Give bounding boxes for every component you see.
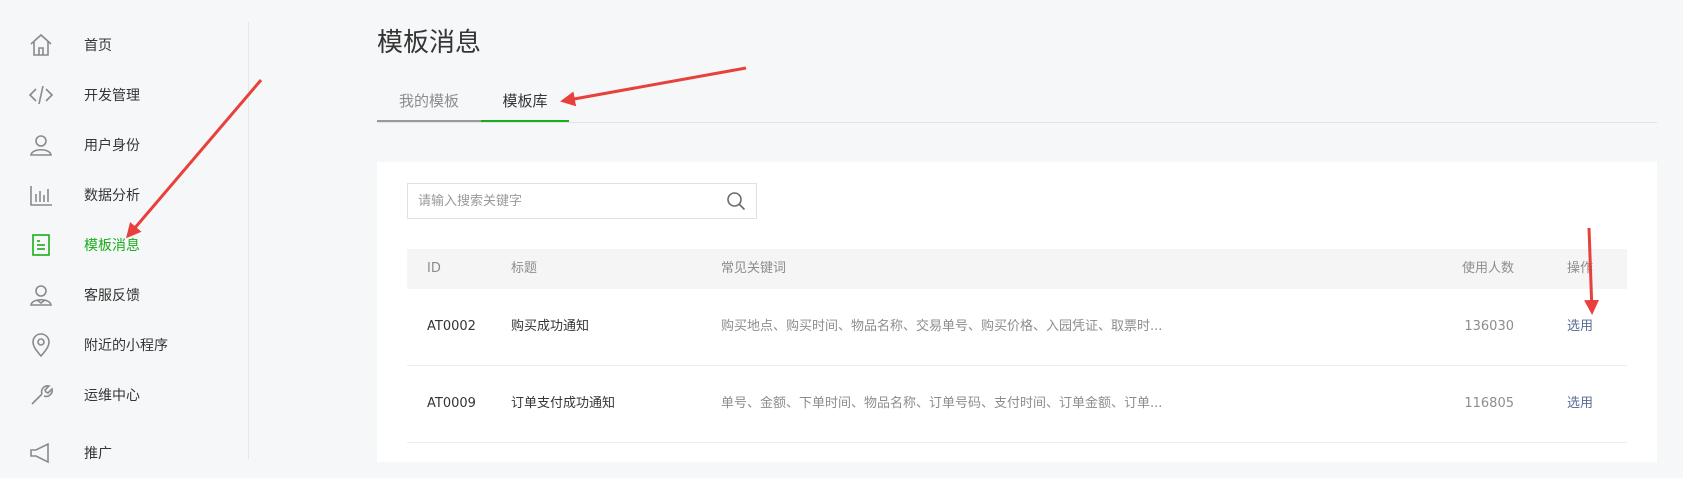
sidebar-item-customer-feedback[interactable]: 客服反馈 [0, 270, 248, 320]
table-header: ID 标题 常见关键词 使用人数 操作 [407, 249, 1627, 289]
template-table: ID 标题 常见关键词 使用人数 操作 AT0002 购买成功通知 购买地点、购… [407, 249, 1627, 443]
customer-service-icon [28, 282, 54, 308]
page-title: 模板消息 [377, 28, 482, 58]
bar-chart-icon [28, 182, 54, 208]
row-id: AT0002 [427, 319, 476, 334]
tab-my-templates[interactable]: 我的模板 [377, 84, 481, 122]
row-title: 购买成功通知 [511, 319, 590, 334]
sidebar-item-promotion[interactable]: 推广 [0, 428, 248, 478]
select-link[interactable]: 选用 [1567, 366, 1593, 442]
row-users: 136030 [1464, 319, 1514, 334]
column-header-title: 标题 [511, 261, 538, 276]
sidebar-item-label: 客服反馈 [84, 288, 140, 304]
row-keywords: 购买地点、购买时间、物品名称、交易单号、购买价格、入园凭证、取票时... [721, 319, 1163, 334]
column-header-action: 操作 [1566, 261, 1593, 276]
column-header-users: 使用人数 [1461, 261, 1514, 276]
sidebar-item-ops-center[interactable]: 运维中心 [0, 370, 248, 420]
user-icon [28, 132, 54, 158]
sidebar-item-label: 数据分析 [84, 188, 140, 204]
sidebar-divider [248, 22, 249, 459]
wrench-icon [28, 382, 54, 408]
sidebar-item-home[interactable]: 首页 [0, 20, 248, 70]
sidebar-item-data-analysis[interactable]: 数据分析 [0, 170, 248, 220]
location-pin-icon [28, 332, 54, 358]
home-icon [28, 32, 54, 58]
table-row: AT0009 订单支付成功通知 单号、金额、下单时间、物品名称、订单号码、支付时… [407, 366, 1627, 443]
sidebar-item-nearby-miniprograms[interactable]: 附近的小程序 [0, 320, 248, 370]
sidebar-item-label: 模板消息 [84, 238, 140, 254]
sidebar-item-label: 用户身份 [84, 138, 140, 154]
sidebar-item-label: 开发管理 [84, 88, 140, 104]
code-icon [28, 82, 54, 108]
row-keywords: 单号、金额、下单时间、物品名称、订单号码、支付时间、订单金额、订单... [721, 396, 1163, 411]
sidebar-item-dev-management[interactable]: 开发管理 [0, 70, 248, 120]
sidebar-item-template-message[interactable]: 模板消息 [0, 220, 248, 270]
search-icon[interactable] [726, 191, 746, 211]
document-icon [28, 232, 54, 258]
search-box [407, 183, 757, 219]
search-input[interactable] [408, 184, 728, 218]
sidebar-item-label: 推广 [84, 446, 112, 462]
tab-template-library[interactable]: 模板库 [481, 84, 569, 122]
sidebar-item-label: 附近的小程序 [84, 338, 168, 354]
row-title: 订单支付成功通知 [511, 396, 616, 411]
column-header-keywords: 常见关键词 [721, 261, 787, 276]
tab-bar: 我的模板 模板库 [377, 84, 1657, 123]
row-id: AT0009 [427, 396, 476, 411]
select-link[interactable]: 选用 [1567, 289, 1593, 365]
sidebar-item-label: 首页 [84, 38, 112, 54]
template-library-panel: ID 标题 常见关键词 使用人数 操作 AT0002 购买成功通知 购买地点、购… [377, 162, 1657, 462]
sidebar-item-user-identity[interactable]: 用户身份 [0, 120, 248, 170]
megaphone-icon [28, 440, 54, 466]
table-row: AT0002 购买成功通知 购买地点、购买时间、物品名称、交易单号、购买价格、入… [407, 289, 1627, 366]
column-header-id: ID [427, 261, 441, 276]
sidebar-item-label: 运维中心 [84, 388, 140, 404]
sidebar: 首页 开发管理 用户身份 数据分析 模板消息 客服反馈 附近的小程序 运维中心 … [0, 0, 248, 464]
row-users: 116805 [1464, 396, 1514, 411]
